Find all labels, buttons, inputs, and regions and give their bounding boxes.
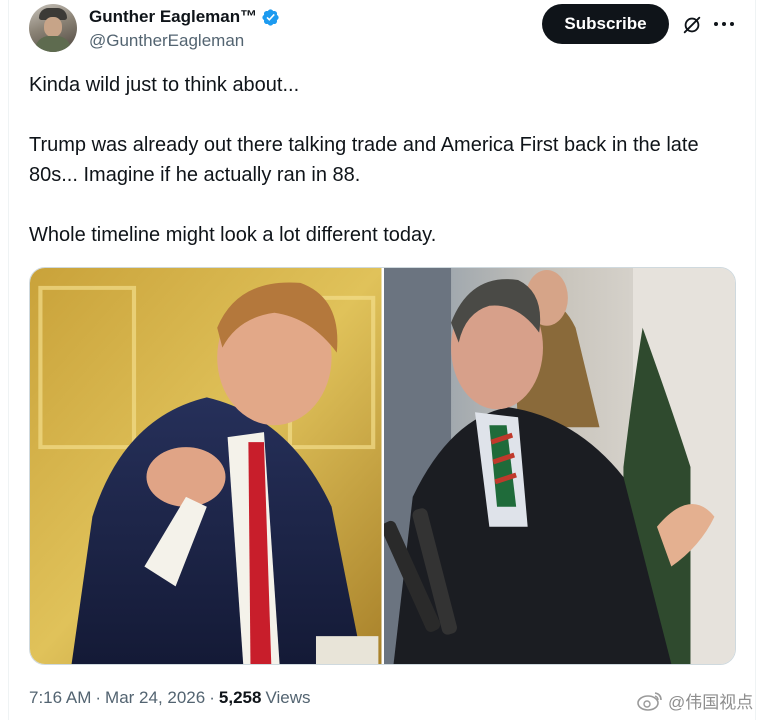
tweet-photo-right[interactable] (383, 268, 735, 664)
tweet-time[interactable]: 7:16 AM (29, 688, 91, 708)
tweet-card: Gunther Eagleman™ @GuntherEagleman Subsc… (8, 0, 756, 720)
tweet-date[interactable]: Mar 24, 2026 (105, 688, 205, 708)
meta-separator: · (209, 688, 215, 707)
views-count: 5,258 (218, 688, 262, 707)
watermark-text: @伟国视点 (668, 693, 754, 712)
tweet-media-grid (29, 267, 736, 665)
author-handle[interactable]: @GuntherEagleman (89, 31, 244, 51)
verified-badge-icon (262, 8, 279, 26)
views-label: Views (265, 688, 311, 707)
more-options-icon[interactable] (714, 22, 734, 28)
tweet-text: Kinda wild just to think about... Trump … (29, 70, 735, 250)
photo-left-image (30, 268, 382, 664)
grok-icon[interactable] (681, 14, 703, 36)
weibo-icon (637, 691, 662, 711)
subscribe-button[interactable]: Subscribe (542, 4, 669, 44)
tweet-meta: 7:16 AM · Mar 24, 2026 · 5,258 Views (29, 688, 311, 708)
author-avatar[interactable] (29, 4, 77, 52)
photo-right-image (383, 268, 735, 664)
watermark: @伟国视点 (636, 688, 753, 713)
author-display-name[interactable]: Gunther Eagleman™ (89, 7, 257, 27)
meta-separator: · (95, 688, 102, 707)
author-name-row[interactable]: Gunther Eagleman™ (89, 7, 280, 27)
tweet-paragraph: Kinda wild just to think about... (29, 74, 300, 96)
tweet-photo-left[interactable] (30, 268, 382, 664)
tweet-paragraph: Whole timeline might look a lot differen… (29, 224, 437, 246)
tweet-paragraph: Trump was already out there talking trad… (29, 134, 699, 186)
